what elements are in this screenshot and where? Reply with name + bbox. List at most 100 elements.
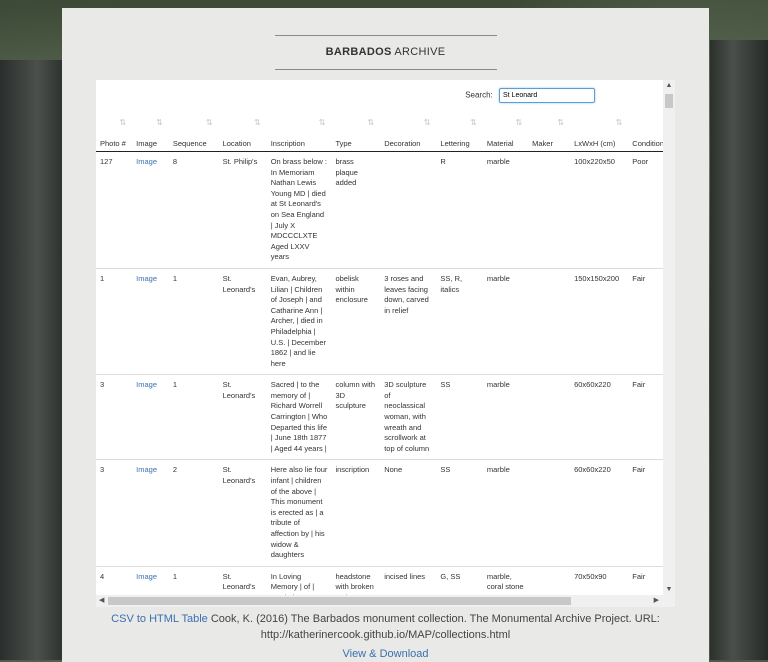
- table-cell-lettering: SS, R, italics: [436, 267, 483, 375]
- sort-arrows-icon[interactable]: ⇅: [206, 118, 213, 127]
- column-header-label: Inscription: [270, 139, 305, 148]
- column-header[interactable]: ⇅ Decoration: [380, 116, 437, 152]
- column-header-label: LxWxH (cm): [574, 139, 616, 148]
- cell-text: Fair: [632, 380, 646, 390]
- sort-arrows-icon[interactable]: ⇅: [368, 118, 375, 127]
- view-download-link[interactable]: View & Download: [342, 648, 428, 660]
- image-link[interactable]: Image: [136, 465, 157, 474]
- table-cell-decoration: 3D sculpture of neoclassical woman, with…: [380, 374, 437, 460]
- column-header-label: Image: [136, 139, 157, 148]
- table-cell-location: St. Philip's: [219, 152, 267, 269]
- title-rule-top: [275, 35, 497, 36]
- sort-arrows-icon[interactable]: ⇅: [515, 118, 522, 127]
- csv-to-html-table-link[interactable]: CSV to HTML Table: [111, 613, 208, 625]
- table-cell-size: 60x60x220: [570, 459, 629, 567]
- table-cell-photo: 127: [96, 152, 132, 269]
- table-row: 127 Image 8 St. Philip's On brass below : In…: [96, 152, 675, 269]
- horizontal-scrollbar[interactable]: ◀ ▶: [96, 595, 675, 607]
- column-header[interactable]: ⇅ Inscription: [266, 116, 332, 152]
- scroll-right-icon[interactable]: ▶: [654, 596, 659, 604]
- citation-text: Cook, K. (2016) The Barbados monument co…: [207, 613, 660, 641]
- table-cell-material: marble: [482, 374, 529, 460]
- cell-text: St. Leonard's: [222, 465, 256, 486]
- column-header[interactable]: ⇅ Lettering: [436, 116, 483, 152]
- citation: CSV to HTML Table Cook, K. (2016) The Ba…: [82, 611, 689, 643]
- table-cell-type: inscription: [331, 459, 381, 567]
- sort-arrows-icon[interactable]: ⇅: [557, 118, 564, 127]
- cell-text: obelisk within enclosure: [335, 273, 368, 305]
- column-header[interactable]: ⇅ Sequence: [168, 116, 219, 152]
- column-header-label: Lettering: [440, 139, 470, 148]
- table-cell-decoration: [380, 152, 436, 269]
- table-row: 3 Image 2 St. Leonard's Here also lie four i…: [96, 459, 675, 567]
- cell-text: Sacred | to the memory of | Richard Worr…: [270, 380, 328, 453]
- sort-arrows-icon[interactable]: ⇅: [254, 118, 261, 127]
- column-header[interactable]: ⇅ Type: [331, 116, 381, 152]
- page-title: BARBADOS ARCHIVE: [325, 46, 446, 58]
- content-panel: BARBADOS ARCHIVE Search: ⇅Photo #⇅Image⇅…: [62, 8, 709, 662]
- column-header[interactable]: ⇅ Location: [218, 116, 267, 152]
- vertical-scrollbar[interactable]: ▲ ▼: [663, 80, 675, 595]
- background-tombstone-right: [710, 40, 768, 660]
- vertical-scroll-thumb[interactable]: [665, 94, 673, 108]
- sort-arrows-icon[interactable]: ⇅: [119, 118, 126, 127]
- column-header-label: Location: [222, 139, 251, 148]
- cell-text: None: [384, 465, 403, 475]
- table-cell-sequence: 1: [168, 267, 219, 375]
- column-header[interactable]: ⇅ Maker: [528, 116, 571, 152]
- table-cell-sequence: 1: [168, 374, 219, 460]
- scroll-up-icon[interactable]: ▲: [663, 82, 675, 89]
- sort-arrows-icon[interactable]: ⇅: [424, 118, 431, 127]
- cell-text: 60x60x220: [574, 380, 611, 390]
- column-header[interactable]: ⇅ Photo #: [96, 116, 133, 152]
- table-cell-inscription: Evan, Aubrey, Lilian | Children of Josep…: [266, 267, 332, 375]
- table-cell-decoration: 3 roses and leaves facing down, carved i…: [380, 267, 437, 375]
- cell-text: On brass below : In Memoriam Nathan Lewi…: [270, 157, 327, 262]
- search-row: Search:: [465, 88, 595, 103]
- image-link[interactable]: Image: [136, 380, 157, 389]
- sort-arrows-icon[interactable]: ⇅: [470, 118, 477, 127]
- table-cell-decoration: None: [380, 459, 437, 567]
- cell-text: Fair: [632, 465, 646, 475]
- cell-text: 1: [100, 273, 105, 283]
- column-header[interactable]: ⇅ LxWxH (cm): [570, 116, 629, 152]
- column-header-label: Condition: [632, 139, 664, 148]
- image-link[interactable]: Image: [136, 157, 157, 166]
- sort-arrows-icon[interactable]: ⇅: [156, 118, 163, 127]
- table-cell-photo: 3: [96, 459, 133, 567]
- cell-text: 8: [172, 157, 178, 166]
- column-header[interactable]: ⇅ Image: [132, 116, 169, 152]
- table-cell-image: Image: [132, 374, 169, 460]
- horizontal-scroll-thumb[interactable]: [108, 597, 571, 605]
- table-cell-size: 100x220x50: [570, 152, 628, 269]
- column-header-label: Decoration: [384, 139, 421, 148]
- table-header-row: ⇅ Photo # ⇅ Image ⇅ Sequence ⇅ Location ⇅ Inscrip…: [96, 116, 675, 152]
- image-link[interactable]: Image: [136, 572, 157, 581]
- cell-text: 127: [100, 157, 113, 166]
- table-cell-type: obelisk within enclosure: [331, 267, 381, 375]
- table-cell-inscription: Here also lie four infant | children of …: [266, 459, 332, 567]
- column-header[interactable]: ⇅ Material: [482, 116, 529, 152]
- sort-arrows-icon[interactable]: ⇅: [319, 118, 326, 127]
- table-cell-image: Image: [132, 267, 169, 375]
- cell-text: marble: [486, 380, 510, 390]
- search-input[interactable]: [499, 88, 595, 103]
- table-cell-location: St. Leonard's: [218, 267, 267, 375]
- data-table-container: Search: ⇅ Photo # ⇅ Image ⇅ Sequence ⇅ Location…: [96, 80, 675, 607]
- table-cell-material: marble: [482, 267, 529, 375]
- cell-text: St. Leonard's: [222, 273, 256, 294]
- column-header-label: Material: [486, 139, 514, 148]
- image-link[interactable]: Image: [136, 274, 157, 283]
- cell-text: 3 roses and leaves facing down, carved i…: [384, 273, 429, 315]
- scroll-down-icon[interactable]: ▼: [663, 586, 675, 593]
- column-header-label: Maker: [532, 139, 553, 148]
- column-header-label: Photo #: [100, 139, 126, 148]
- cell-text: marble, coral stone: [486, 571, 524, 592]
- sort-arrows-icon[interactable]: ⇅: [616, 118, 623, 127]
- cell-text: 1: [172, 273, 178, 283]
- scroll-left-icon[interactable]: ◀: [99, 596, 104, 604]
- cell-text: 70x50x90: [574, 571, 607, 581]
- table-cell-lettering: SS: [436, 459, 483, 567]
- cell-text: 150x150x200: [574, 273, 620, 283]
- cell-text: Here also lie four infant | children of …: [270, 465, 328, 560]
